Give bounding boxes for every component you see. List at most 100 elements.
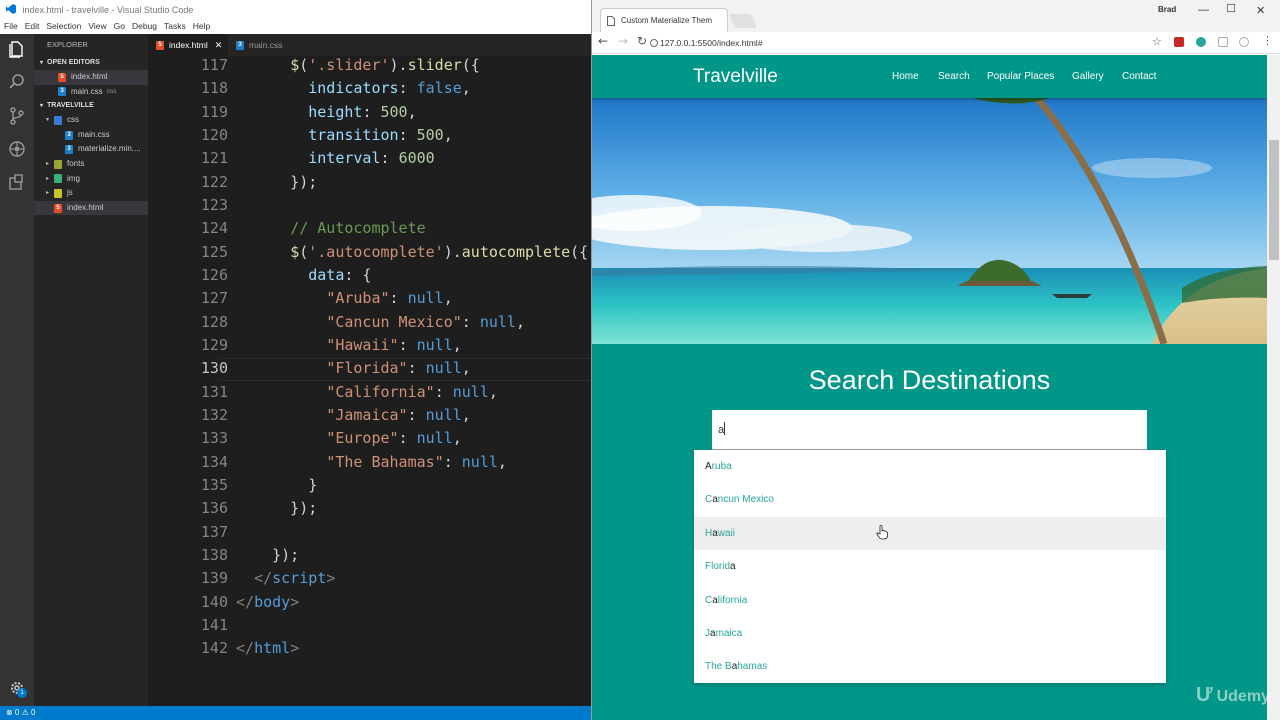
line-number: 141 [200,615,228,634]
extensions-icon[interactable] [7,172,27,192]
css-file-icon: 3 [58,87,66,97]
profile-name[interactable]: Brad [1158,5,1176,14]
line-number: 123 [200,195,228,214]
udemy-watermark: Ư Udemy [1196,684,1270,706]
chevron-down-icon: ▾ [40,103,44,110]
bookmark-star-icon[interactable]: ☆ [1152,35,1162,48]
forward-icon[interactable]: → [618,34,628,48]
menu-edit[interactable]: Edit [25,21,40,31]
extension-icon[interactable] [1239,37,1249,47]
explorer-sidebar: EXPLORER ▾ OPEN EDITORS 5 index.html 3 main… [34,34,148,706]
suggestion-item[interactable]: Aruba [694,450,1166,483]
menu-go[interactable]: Go [114,21,125,31]
udemy-logo-icon: Ư [1196,684,1213,706]
menu-help[interactable]: Help [193,21,210,31]
site-brand[interactable]: Travelville [693,55,778,98]
autocomplete-dropdown: Aruba Cancun Mexico Hawaii Florida Calif… [694,450,1166,683]
line-number: 136 [200,499,228,518]
back-icon[interactable]: ← [598,34,608,48]
extension-icon[interactable] [1196,37,1206,47]
line-number: 129 [200,335,228,354]
menu-tasks[interactable]: Tasks [164,21,186,31]
menu-view[interactable]: View [88,21,106,31]
line-number: 135 [200,475,228,494]
folder-icon [54,115,62,125]
site-navbar: Travelville Home Search Popular Places G… [592,55,1267,98]
line-number: 138 [200,545,228,564]
hero-slider-image [592,98,1267,344]
tab-index-html[interactable]: 5 index.html ✕ [148,34,228,56]
line-number: 137 [200,522,228,541]
notification-badge: 1 [17,688,27,698]
source-control-icon[interactable] [7,106,27,126]
tree-item-folder[interactable]: ▾ css [34,113,148,128]
maximize-icon[interactable]: ☐ [1226,2,1236,15]
suggestion-item[interactable]: Cancun Mexico [694,483,1166,516]
suggestion-item[interactable]: Hawaii [694,516,1166,551]
tree-item-folder[interactable]: ▸ fonts [34,157,148,172]
line-number: 119 [200,102,228,121]
scrollbar-thumb[interactable] [1269,140,1279,260]
code-editor[interactable]: 117 118 119 120 121 122 123 124 125 126 127 128 129 1… [148,56,591,706]
menu-debug[interactable]: Debug [132,21,157,31]
open-editor-item[interactable]: 5 index.html [34,70,148,85]
open-editors-section[interactable]: ▾ OPEN EDITORS [34,56,148,70]
line-number: 128 [200,312,228,331]
vscode-logo-icon [6,4,16,14]
suggestion-item[interactable]: California [694,584,1166,617]
project-section[interactable]: ▾ TRAVELVILLE [34,99,148,113]
search-input[interactable]: a [712,410,1147,450]
url-field[interactable]: 127.0.0.1:5500/index.html# [650,35,1172,51]
line-number: 140 [200,592,228,611]
address-bar: ← → ↻ 127.0.0.1:5500/index.html# ☆ ⋮ [592,32,1280,54]
browser-tab[interactable]: Custom Materialize Them [600,8,728,32]
line-number: 134 [200,452,228,471]
close-icon[interactable]: ✕ [215,34,223,56]
new-tab-button[interactable] [728,14,758,28]
open-editor-item[interactable]: 3 main.css css [34,85,148,100]
line-number: 130 [200,359,228,378]
info-icon [650,39,658,47]
tree-item-file[interactable]: 3 main.css [34,128,148,143]
html-file-icon: 5 [54,203,62,213]
tab-main-css[interactable]: 3 main.css [228,34,304,56]
nav-gallery[interactable]: Gallery [1072,55,1104,98]
window-title: index.html - travelville - Visual Studio… [22,5,194,15]
line-number: 121 [200,149,228,168]
suggestion-item[interactable]: Florida [694,550,1166,583]
vscode-window: index.html - travelville - Visual Studio… [0,0,591,720]
line-number: 120 [200,125,228,144]
line-number: 124 [200,219,228,238]
line-number: 118 [200,79,228,98]
tree-item-file[interactable]: 5 index.html [34,200,148,216]
nav-contact[interactable]: Contact [1122,55,1156,98]
code-content[interactable]: $('.slider').slider({ indicators: false,… [236,56,588,661]
minimize-icon[interactable]: — [1198,4,1209,16]
nav-popular-places[interactable]: Popular Places [987,55,1054,98]
suggestion-item[interactable]: Jamaica [694,617,1166,650]
debug-icon[interactable] [7,139,27,159]
reload-icon[interactable]: ↻ [637,34,647,48]
problems-indicator[interactable]: ⊗ 0 ⚠ 0 [6,708,35,717]
explorer-icon[interactable] [7,39,27,59]
line-number: 117 [200,56,228,74]
nav-home[interactable]: Home [892,55,919,98]
suggestion-item[interactable]: The Bahamas [694,650,1166,683]
extension-icon[interactable] [1174,37,1184,47]
folder-icon [54,174,62,184]
nav-search[interactable]: Search [938,55,970,98]
status-bar: ⊗ 0 ⚠ 0 [0,706,591,720]
tree-item-folder[interactable]: ▸ js [34,186,148,201]
search-icon[interactable] [7,72,27,92]
text-cursor [724,422,726,435]
browser-window: Custom Materialize Them Brad — ☐ ✕ ← → ↻… [591,0,1280,720]
tree-item-file[interactable]: 3 materialize.min.... [34,142,148,157]
close-window-icon[interactable]: ✕ [1256,4,1265,17]
menu-selection[interactable]: Selection [46,21,81,31]
extension-icon[interactable] [1218,37,1228,47]
tree-item-folder[interactable]: ▸ img [34,172,148,187]
html-file-icon: 5 [156,40,164,50]
activity-bar: 1 [0,34,34,706]
menu-file[interactable]: File [4,21,18,31]
menu-dots-icon[interactable]: ⋮ [1262,34,1273,47]
